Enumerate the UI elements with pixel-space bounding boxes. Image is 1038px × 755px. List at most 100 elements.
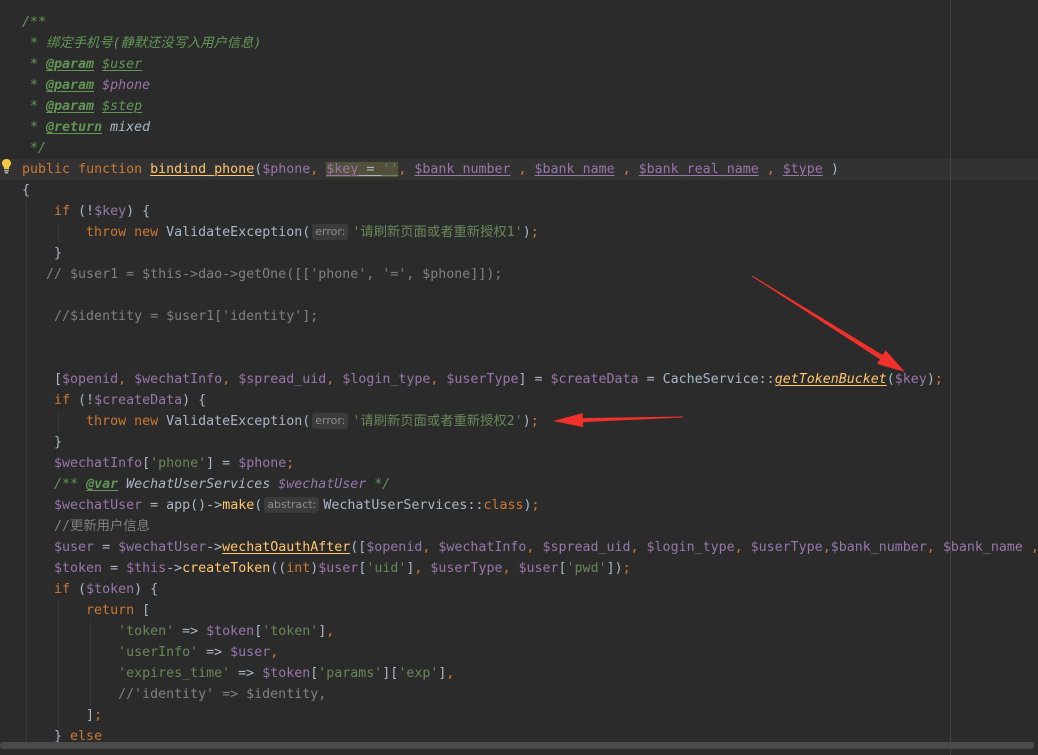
code-token: ]) [606,561,623,576]
code-line[interactable]: ]; [22,705,1038,726]
code-token: ) { [126,204,151,219]
keyword-token: new [134,414,159,429]
code-line[interactable]: throw new ValidateException(error: '请刷新页面… [22,411,1038,432]
variable-token: $wechatUser [54,498,143,513]
code-token: = [638,372,663,387]
code-line[interactable] [22,285,1038,306]
code-line[interactable] [22,327,1038,348]
doc-tag-token: @param [46,78,95,93]
code-line[interactable]: /** @var WechatUserServices $wechatUser … [22,474,1038,495]
code-token: ()-> [190,498,223,513]
code-editor[interactable]: /** * 绑定手机号(静默还没写入用户信息) * @param $user *… [0,0,1038,755]
parameter-hint: abstract: [264,497,320,513]
horizontal-scrollbar[interactable] [0,742,1034,749]
doc-comment-token: * [22,57,47,72]
code-token: } [54,435,63,450]
doc-comment-token: * 绑定手机号(静默还没写入用户信息) [22,36,262,51]
class-name-token: WechatUserServices [323,498,468,513]
code-token: } [54,246,63,261]
variable-token: $bank_number [830,540,927,555]
code-line[interactable] [22,348,1038,369]
code-line[interactable]: if (!$createData) { [22,390,1038,411]
code-line[interactable]: public function bindind_phone($phone, $k… [22,159,1038,180]
code-token: ) [522,414,531,429]
variable-token: $phone [238,456,287,471]
doc-variable-token: $wechatUser [278,477,367,492]
code-token: = [142,498,167,513]
code-token: => [230,666,263,681]
variable-token: $login_type [646,540,735,555]
code-line[interactable]: return [ [22,600,1038,621]
code-line[interactable]: { [22,180,1038,201]
variable-token: $this [126,561,167,576]
code-line[interactable]: * 绑定手机号(静默还没写入用户信息) [22,33,1038,54]
code-line[interactable]: $wechatUser = app()->make(abstract: Wecha… [22,495,1038,516]
code-line[interactable]: // $user1 = $this->dao->getOne([['phone'… [22,264,1038,285]
code-line[interactable]: */ [22,138,1038,159]
code-token: ] [86,708,95,723]
variable-token: $openid [366,540,423,555]
code-line[interactable]: * @param $step [22,96,1038,117]
code-line[interactable]: } [22,243,1038,264]
separator-token: ; [622,561,631,576]
code-line[interactable]: //$identity = $user1['identity']; [22,306,1038,327]
variable-token: $bank_name [534,162,615,177]
code-line[interactable]: [$openid, $wechatInfo, $spread_uid, $log… [22,369,1038,390]
variable-token: $bank_real_name [638,162,759,177]
code-line[interactable]: //'identity' => $identity, [22,684,1038,705]
class-name-token: ValidateException [166,414,303,429]
separator-token: , [326,624,335,639]
code-line[interactable]: * @param $user [22,54,1038,75]
code-area[interactable]: /** * 绑定手机号(静默还没写入用户信息) * @param $user *… [0,0,1038,755]
keyword-token: if [54,393,71,408]
code-token: -> [206,540,223,555]
code-token: ( [302,225,311,240]
separator-token: , [270,645,279,660]
code-line[interactable]: $wechatInfo['phone'] = $phone; [22,453,1038,474]
method-name-token: make [222,498,255,513]
code-line[interactable]: /** [22,12,1038,33]
code-token: ] = [206,456,239,471]
code-line[interactable]: $user = $wechatUser->wechatOauthAfter([$… [22,537,1038,558]
code-line[interactable]: $token = $this->createToken((int)$user['… [22,558,1038,579]
variable-token: $wechatUser [118,540,207,555]
code-line[interactable]: if (!$key) { [22,201,1038,222]
code-line[interactable]: 'expires_time' => $token['params']['exp'… [22,663,1038,684]
code-line[interactable]: //更新用户信息 [22,516,1038,537]
code-token: [ [54,372,63,387]
lightbulb-icon[interactable] [1,158,12,174]
code-line[interactable]: } [22,432,1038,453]
keyword-token: if [54,582,71,597]
code-line[interactable]: 'token' => $token['token'], [22,621,1038,642]
variable-token: $key [94,204,127,219]
code-line[interactable]: if ($token) { [22,579,1038,600]
code-token: = [94,540,119,555]
doc-tag-token: @param [46,57,95,72]
variable-token: $bank_name [942,540,1023,555]
code-line[interactable]: 'userInfo' => $user, [22,642,1038,663]
doc-tag-token: @var [86,477,119,492]
doc-comment-token: * [22,99,47,114]
code-token: [ [134,603,151,618]
code-line[interactable]: * @param $phone [22,75,1038,96]
code-line[interactable]: throw new ValidateException(error: '请刷新页面… [22,222,1038,243]
separator-token: , [926,540,935,555]
variable-token: $token [206,624,255,639]
variable-token: $spread_uid [542,540,631,555]
separator-token: , [446,666,455,681]
string-token: '请刷新页面或者重新授权2' [352,414,523,429]
code-line[interactable]: * @return mixed [22,117,1038,138]
